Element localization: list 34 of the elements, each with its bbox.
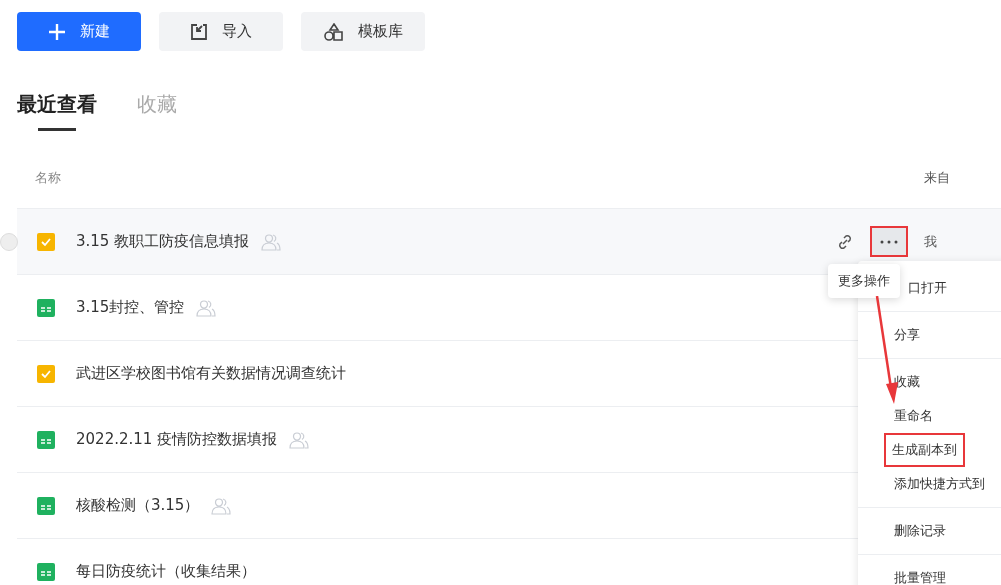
- link-icon[interactable]: [836, 232, 854, 251]
- menu-item[interactable]: 添加快捷方式到: [852, 467, 993, 501]
- source-text: 我: [924, 233, 937, 249]
- radio-button[interactable]: [0, 232, 18, 251]
- menu-item[interactable]: 分享: [852, 318, 928, 352]
- tab[interactable]: 最近查看: [17, 91, 97, 131]
- file-name[interactable]: 3.15 教职工防疫信息填报: [76, 232, 250, 251]
- file-name[interactable]: 3.15封控、管控: [76, 298, 185, 317]
- template-button[interactable]: 模板库: [301, 12, 425, 51]
- file-name[interactable]: 核酸检测（3.15）: [76, 496, 200, 515]
- menu-item[interactable]: 收藏: [852, 365, 928, 399]
- spreadsheet-icon: [37, 496, 55, 515]
- menu-item[interactable]: 批量管理: [852, 561, 954, 585]
- shapes-icon: [323, 22, 344, 41]
- menu-item[interactable]: 生成副本到: [884, 433, 965, 467]
- menu-item[interactable]: 删除记录: [852, 514, 954, 548]
- spreadsheet-icon: [37, 562, 55, 581]
- menu-item[interactable]: 重命名: [852, 399, 941, 433]
- import-button[interactable]: 导入: [159, 12, 283, 51]
- form-icon: [37, 232, 55, 251]
- file-name[interactable]: 武进区学校图书馆有关数据情况调查统计: [76, 364, 346, 383]
- spreadsheet-icon: [37, 298, 55, 317]
- more-icon: [880, 239, 898, 244]
- import-icon: [190, 22, 208, 41]
- form-icon: [37, 364, 55, 383]
- more-button[interactable]: [870, 226, 908, 257]
- plus-icon: [48, 22, 66, 41]
- column-header: 名称: [35, 169, 61, 187]
- column-header: 来自: [923, 169, 951, 187]
- spreadsheet-icon: [37, 430, 55, 449]
- file-name[interactable]: 2022.2.11 疫情防控数据填报: [76, 430, 278, 449]
- tooltip: 更多操作: [828, 264, 900, 298]
- new-button[interactable]: 新建: [17, 12, 141, 51]
- file-name[interactable]: 每日防疫统计（收集结果）: [76, 562, 256, 581]
